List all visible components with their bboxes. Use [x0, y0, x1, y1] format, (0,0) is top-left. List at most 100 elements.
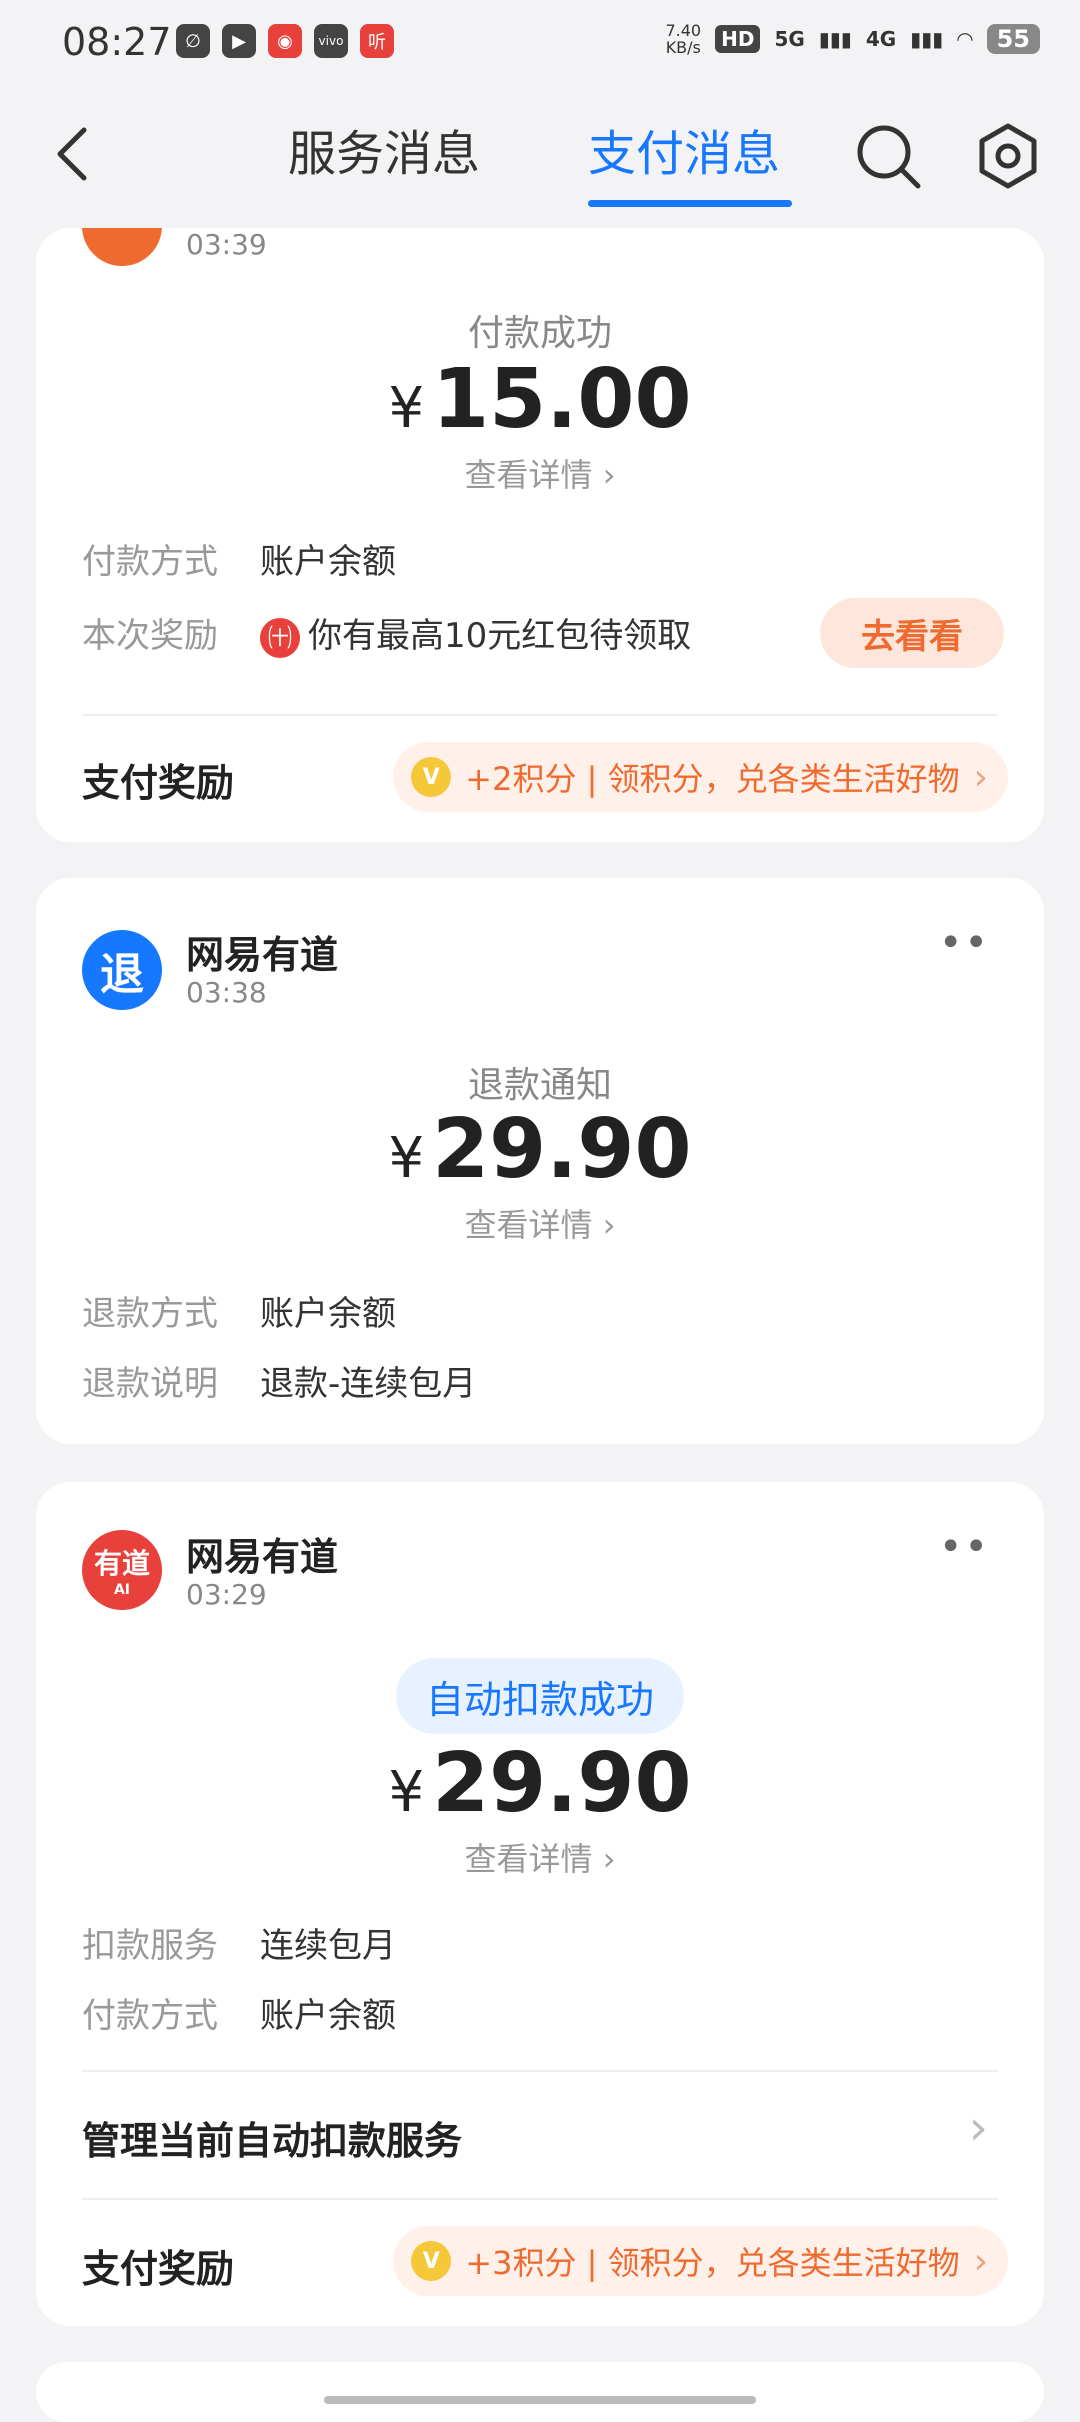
row-label: 退款方式	[82, 1294, 218, 1334]
hd-badge: HD	[715, 25, 761, 53]
red-packet-icon: ㈩	[260, 617, 300, 658]
currency-symbol: ¥	[388, 1760, 425, 1825]
detail-row: 付款方式 账户余额	[82, 534, 396, 583]
status-right: 7.40 KB/s HD 5G ▮▮▮ 4G ▮▮▮ ◠ 55	[665, 22, 1040, 56]
view-details-link[interactable]: 查看详情 ›	[36, 1834, 1044, 1880]
merchant-icon	[82, 228, 162, 266]
message-time: 03:29	[186, 1578, 267, 1611]
status-time: 08:27	[62, 20, 172, 64]
amount-value: 29.90	[432, 1736, 692, 1831]
payment-amount: ¥15.00	[36, 352, 1044, 447]
more-icon[interactable]: ••	[939, 1524, 990, 1570]
chevron-right-icon: ›	[602, 1206, 616, 1244]
points-reward-pill[interactable]: V +3积分 | 领积分，兑各类生活好物 ›	[393, 2226, 1008, 2296]
row-label: 扣款服务	[82, 1926, 218, 1966]
signal-icon: ▮▮▮	[818, 27, 852, 51]
amount-value: 29.90	[432, 1102, 692, 1197]
points-text: +2积分 | 领积分，兑各类生活好物	[465, 760, 960, 798]
row-label: 退款说明	[82, 1364, 218, 1404]
divider	[82, 2198, 998, 2200]
app-name: 网易有道	[186, 933, 339, 977]
manage-auto-deduct-link[interactable]: 管理当前自动扣款服务	[82, 2110, 462, 2165]
view-details-label: 查看详情	[464, 1206, 593, 1244]
chevron-right-icon: ›	[973, 756, 988, 798]
app-name: 网易有道	[186, 1535, 339, 1579]
chevron-right-icon: ›	[973, 2240, 988, 2282]
detail-row: 付款方式 账户余额	[82, 1988, 396, 2037]
payment-status: 付款成功	[467, 313, 612, 354]
more-icon[interactable]: ••	[939, 920, 990, 966]
refund-icon: 退	[82, 930, 162, 1010]
chevron-right-icon: ›	[602, 456, 616, 494]
row-value: 账户余额	[260, 1996, 396, 2036]
active-tab-indicator	[588, 200, 792, 207]
gear-icon[interactable]	[972, 120, 1044, 192]
auto-deduct-status: 自动扣款成功	[396, 1658, 684, 1734]
currency-symbol: ¥	[388, 376, 425, 441]
reward-text: ㈩你有最高10元红包待领取	[260, 608, 691, 658]
wifi-icon: ◠	[957, 27, 973, 51]
signal-icon-2: ▮▮▮	[910, 27, 944, 51]
divider	[82, 2070, 998, 2072]
youdao-app-icon: 有道 AI	[82, 1530, 162, 1610]
next-card-peek[interactable]	[36, 2362, 1044, 2422]
vivo-icon: vivo	[314, 24, 348, 58]
row-value: 账户余额	[260, 1294, 396, 1334]
row-label: 付款方式	[82, 542, 218, 582]
youdao-icon-text: 有道	[93, 1547, 150, 1580]
points-reward-pill[interactable]: V +2积分 | 领积分，兑各类生活好物 ›	[393, 742, 1008, 812]
battery-icon: 55	[986, 24, 1040, 54]
reward-value: 你有最高10元红包待领取	[308, 616, 692, 656]
tab-payment-messages[interactable]: 支付消息	[588, 114, 780, 184]
row-value: 账户余额	[260, 542, 396, 582]
refund-status: 退款通知	[467, 1065, 612, 1106]
refund-amount: ¥29.90	[36, 1102, 1044, 1197]
divider	[82, 714, 998, 716]
go-see-button[interactable]: 去看看	[820, 598, 1004, 668]
row-value: 退款-连续包月	[260, 1364, 477, 1404]
row-label: 本次奖励	[82, 616, 218, 656]
chevron-right-icon[interactable]: ›	[969, 2100, 988, 2156]
points-text: +3积分 | 领积分，兑各类生活好物	[465, 2244, 960, 2282]
detail-row: 扣款服务 连续包月	[82, 1918, 396, 1967]
weibo-icon: ◉	[268, 24, 302, 58]
back-icon[interactable]	[46, 124, 106, 184]
message-time: 03:39	[186, 228, 267, 261]
app-icon-1: ∅	[176, 24, 210, 58]
payment-reward-label: 支付奖励	[82, 761, 235, 805]
net-speed-unit: KB/s	[665, 38, 701, 57]
ai-badge: AI	[113, 1582, 131, 1598]
refund-card[interactable]: 退 网易有道 03:38 •• 退款通知 ¥29.90 查看详情 › 退款方式 …	[36, 878, 1044, 1444]
net-speed-value: 7.40	[665, 21, 702, 40]
auto-deduct-card[interactable]: 有道 AI 网易有道 03:29 •• 自动扣款成功 ¥29.90 查看详情 ›…	[36, 1482, 1044, 2326]
row-label: 付款方式	[82, 1996, 218, 2036]
coin-icon: V	[411, 757, 452, 797]
currency-symbol: ¥	[388, 1126, 425, 1191]
status-bar: 08:27 ∅ ▶ ◉ vivo 听 7.40 KB/s HD 5G ▮▮▮ 4…	[0, 0, 1080, 88]
home-indicator[interactable]	[324, 2396, 756, 2404]
reward-row: 本次奖励 ㈩你有最高10元红包待领取	[82, 608, 691, 658]
payment-reward-label: 支付奖励	[82, 2247, 235, 2291]
coin-icon: V	[411, 2241, 452, 2281]
row-value: 连续包月	[260, 1926, 396, 1966]
view-details-link[interactable]: 查看详情 ›	[36, 450, 1044, 496]
listen-icon: 听	[360, 24, 394, 58]
net-speed: 7.40 KB/s	[665, 22, 701, 56]
payment-card[interactable]: 03:39 付款成功 ¥15.00 查看详情 › 付款方式 账户余额 本次奖励 …	[36, 228, 1044, 842]
signal-4g: 4G	[865, 27, 897, 51]
detail-row: 退款说明 退款-连续包月	[82, 1356, 476, 1405]
message-time: 03:38	[186, 976, 267, 1009]
notification-icons: ∅ ▶ ◉ vivo 听	[176, 24, 394, 58]
nav-bar: 服务消息 支付消息	[0, 88, 1080, 228]
detail-row: 退款方式 账户余额	[82, 1286, 396, 1335]
amount-value: 15.00	[432, 352, 692, 447]
deduct-amount: ¥29.90	[36, 1736, 1044, 1831]
view-details-label: 查看详情	[464, 1840, 593, 1878]
view-details-link[interactable]: 查看详情 ›	[36, 1200, 1044, 1246]
tab-service-messages[interactable]: 服务消息	[288, 114, 480, 184]
search-icon[interactable]	[852, 120, 924, 192]
chevron-right-icon: ›	[602, 1840, 616, 1878]
view-details-label: 查看详情	[464, 456, 593, 494]
video-icon: ▶	[222, 24, 256, 58]
signal-5g: 5G	[774, 27, 805, 51]
